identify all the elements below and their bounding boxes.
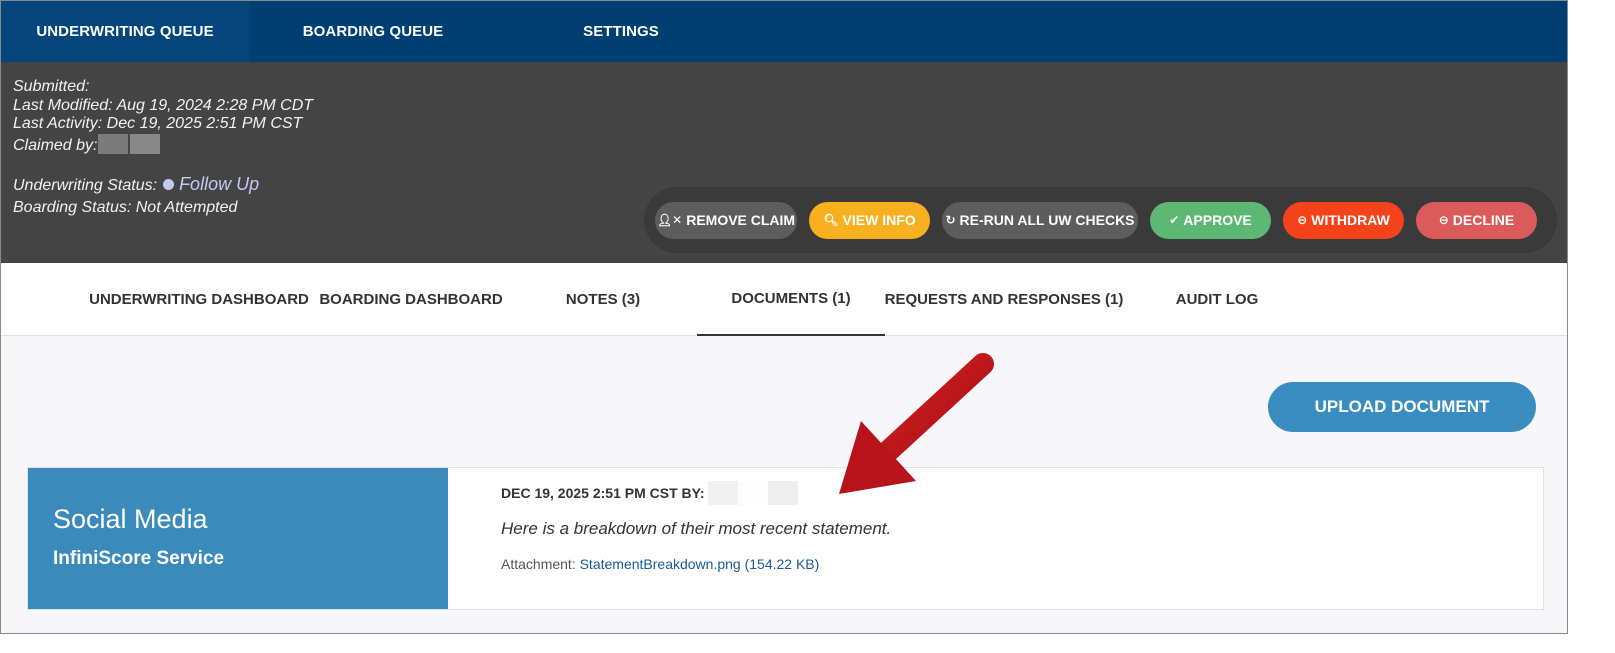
withdraw-label: WITHDRAW (1311, 212, 1390, 228)
view-info-label: VIEW INFO (842, 212, 916, 228)
tab-underwriting-dashboard[interactable]: UNDERWRITING DASHBOARD (89, 263, 309, 336)
attachment-label: Attachment: (501, 556, 576, 572)
last-activity-label: Last Activity: (13, 115, 103, 132)
redacted-author (767, 481, 798, 505)
document-description: Here is a breakdown of their most recent… (501, 519, 892, 538)
annotation-arrow-icon (839, 353, 994, 494)
tab-settings[interactable]: SETTINGS (497, 1, 745, 62)
minus-circle-icon: ⊖ (1297, 213, 1308, 227)
search-icon: 🔍︎ (823, 213, 839, 227)
last-modified-value: Aug 19, 2024 2:28 PM CDT (116, 96, 314, 114)
view-info-button[interactable]: 🔍︎ VIEW INFO (809, 201, 930, 239)
top-nav: UNDERWRITING QUEUE BOARDING QUEUE SETTIN… (1, 1, 1567, 62)
redacted-author (707, 481, 738, 505)
document-category: Social Media (53, 504, 208, 534)
remove-claim-label: REMOVE CLAIM (686, 212, 796, 228)
tab-boarding-queue[interactable]: BOARDING QUEUE (249, 1, 497, 62)
user-remove-icon: 👤︎✕ (656, 213, 683, 227)
uw-status-label: Underwriting Status: (13, 177, 158, 194)
boarding-status: Boarding Status: Not Attempted (13, 199, 238, 216)
tab-underwriting-queue[interactable]: UNDERWRITING QUEUE (1, 1, 249, 62)
withdraw-button[interactable]: ⊖ WITHDRAW (1283, 201, 1404, 239)
tab-notes[interactable]: NOTES (3) (509, 263, 697, 336)
last-modified-label: Last Modified: (13, 96, 113, 114)
meta-info: Submitted: Last Modified: Aug 19, 2024 2… (13, 78, 313, 155)
document-source: InfiniScore Service (53, 548, 225, 569)
minus-circle-icon: ⊖ (1438, 213, 1449, 227)
merchant-header: Submitted: Last Modified: Aug 19, 2024 2… (1, 62, 1567, 263)
submitted-label: Submitted: (13, 78, 90, 95)
status-dot-icon (163, 179, 175, 190)
document-timestamp: DEC 19, 2025 2:51 PM CST BY: (501, 485, 705, 501)
check-icon: ✔ (1169, 213, 1180, 227)
remove-claim-button[interactable]: 👤︎✕ REMOVE CLAIM (655, 201, 797, 239)
approve-label: APPROVE (1183, 212, 1252, 228)
attachment-row: Attachment: StatementBreakdown.png (154.… (501, 556, 891, 572)
redacted-author (737, 481, 768, 505)
document-card: Social Media InfiniScore Service DEC 19,… (27, 467, 1544, 610)
redacted-name (98, 133, 129, 154)
document-category-panel: Social Media InfiniScore Service (28, 468, 448, 609)
tab-requests-responses[interactable]: REQUESTS AND RESPONSES (1) (885, 263, 1124, 336)
upload-document-button[interactable]: UPLOAD DOCUMENT (1268, 382, 1536, 432)
rerun-checks-button[interactable]: ↻ RE-RUN ALL UW CHECKS (942, 201, 1138, 239)
redacted-name (130, 133, 161, 154)
claimed-by-label: Claimed by: (13, 136, 98, 154)
decline-button[interactable]: ⊖ DECLINE (1416, 201, 1537, 239)
tab-documents[interactable]: DOCUMENTS (1) (697, 263, 885, 336)
sub-tabs: UNDERWRITING DASHBOARD BOARDING DASHBOAR… (1, 263, 1567, 336)
rerun-label: RE-RUN ALL UW CHECKS (959, 212, 1135, 228)
decline-label: DECLINE (1452, 212, 1515, 228)
action-bar: 👤︎✕ REMOVE CLAIM 🔍︎ VIEW INFO ↻ RE-RUN A… (644, 187, 1557, 253)
last-activity-value: Dec 19, 2025 2:51 PM CST (106, 115, 303, 132)
approve-button[interactable]: ✔ APPROVE (1150, 201, 1271, 239)
refresh-icon: ↻ (945, 213, 956, 227)
tab-audit-log[interactable]: AUDIT LOG (1123, 263, 1311, 336)
status-info: Underwriting Status: Follow Up Boarding S… (13, 173, 259, 219)
app-frame: UNDERWRITING QUEUE BOARDING QUEUE SETTIN… (0, 0, 1568, 634)
attachment-link[interactable]: StatementBreakdown.png (154.22 KB) (580, 556, 820, 572)
tab-boarding-dashboard[interactable]: BOARDING DASHBOARD (319, 263, 503, 336)
uw-status-value: Follow Up (179, 174, 260, 194)
